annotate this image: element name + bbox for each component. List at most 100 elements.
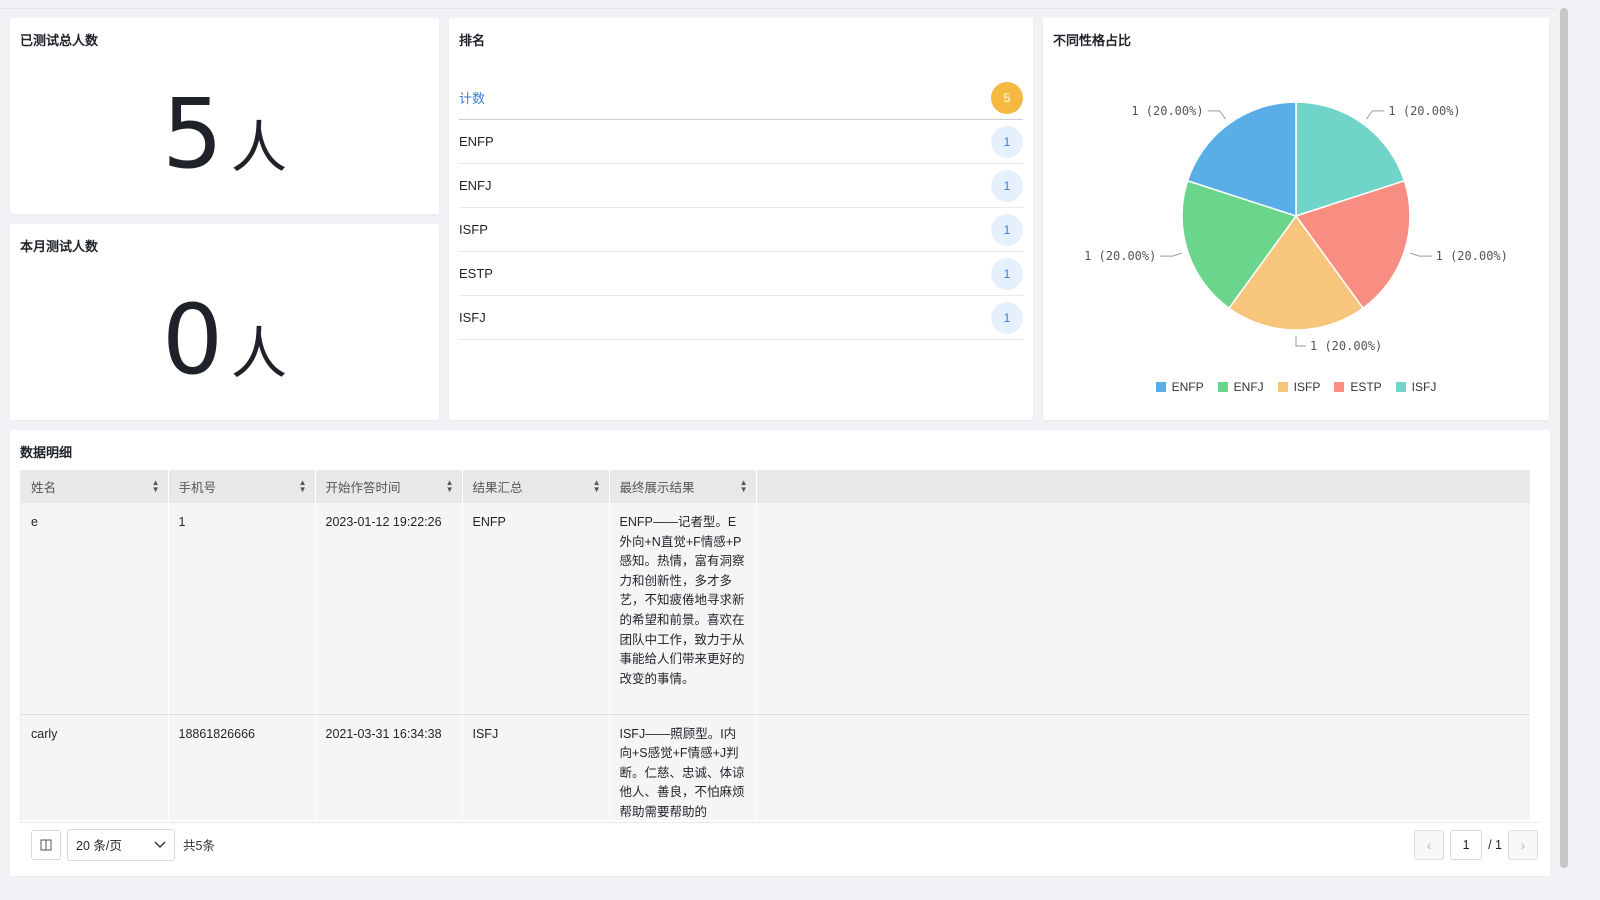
details-card: 数据明细 姓名 ▲ ▼ 手机号 ▲ ▼ 开始作答时间 ▲ ▼ 结果汇总 ▲ ▼ 最终展示结果 ▲ ▼… [10, 430, 1550, 876]
page-number-input[interactable]: 1 [1450, 829, 1483, 860]
monthly-tested-number: 0 [161, 284, 224, 396]
cell-start-time: 2021-03-31 16:34:38 [315, 714, 463, 820]
ranking-header-count: 5 [991, 81, 1023, 114]
ranking-row-label: ISFJ [459, 310, 486, 325]
pagination-bar: 20 条/页 共5条 ‹ 1 / 1 › [20, 822, 1540, 866]
cell-filler [756, 714, 1530, 820]
table-header-row: 姓名 ▲ ▼ 手机号 ▲ ▼ 开始作答时间 ▲ ▼ 结果汇总 ▲ ▼ 最终展示结果 ▲ ▼ [21, 470, 1530, 503]
table-row[interactable]: e 1 2023-01-12 19:22:26 ENFP ENFP——记者型。E… [21, 503, 1530, 715]
legend-item-isfp[interactable]: ISFP [1277, 380, 1320, 394]
table-row[interactable]: carly 18861826666 2021-03-31 16:34:38 IS… [21, 714, 1530, 820]
total-tested-unit: 人 [231, 116, 288, 179]
total-tested-title: 已测试总人数 [20, 33, 99, 48]
details-table-wrap[interactable]: 姓名 ▲ ▼ 手机号 ▲ ▼ 开始作答时间 ▲ ▼ 结果汇总 ▲ ▼ 最终展示结果 ▲ ▼ e 1 … [20, 470, 1530, 820]
sort-icon[interactable]: ▲ ▼ [740, 479, 748, 494]
pie-data-label: 1 (20.00%) [1436, 249, 1508, 263]
page-scrollbar[interactable] [1560, 8, 1568, 868]
total-tested-value: 5人 [10, 78, 439, 190]
ranking-row-count: 1 [991, 257, 1023, 290]
ranking-row-label: ENFP [459, 134, 494, 149]
cell-start-time: 2023-01-12 19:22:26 [315, 503, 463, 715]
page-size-value: 20 条/页 [76, 839, 122, 853]
ranking-row-label: ISFP [459, 222, 488, 237]
ranking-row: ISFP 1 [459, 208, 1023, 252]
cell-filler [756, 503, 1530, 715]
column-header-label: 姓名 [31, 481, 57, 495]
chevron-left-icon: ‹ [1426, 836, 1432, 853]
total-tested-number: 5 [161, 78, 224, 190]
total-tested-card: 已测试总人数 5人 [10, 18, 439, 214]
pie-chart-card: 不同性格占比 1 (20.00%) 1 (20.00%) 1 (20.00%) 1 (… [1043, 18, 1549, 420]
pie-label-leader [1207, 110, 1226, 120]
column-header-filler [756, 470, 1530, 503]
column-header-result-summary[interactable]: 结果汇总 ▲ ▼ [462, 470, 610, 503]
cell-phone: 1 [168, 503, 316, 715]
sort-icon[interactable]: ▲ ▼ [299, 479, 307, 494]
pie-legend: ENFP ENFJ ISFP ESTP ISFJ [1043, 380, 1549, 394]
sort-icon[interactable]: ▲ ▼ [446, 479, 454, 494]
column-settings-button[interactable] [31, 829, 61, 860]
pie-label-leader [1366, 110, 1385, 120]
legend-item-enfj[interactable]: ENFJ [1217, 380, 1264, 394]
cell-result-summary: ENFP [462, 503, 610, 715]
next-page-button[interactable]: › [1508, 829, 1538, 860]
ranking-row-label: ESTP [459, 266, 493, 281]
ranking-row-label: ENFJ [459, 178, 492, 193]
chevron-down-icon [154, 840, 166, 848]
monthly-tested-title: 本月测试人数 [20, 239, 99, 254]
ranking-title: 排名 [459, 33, 486, 48]
legend-swatch [1395, 382, 1406, 392]
legend-swatch [1217, 382, 1228, 392]
ranking-header-label: 计数 [459, 91, 486, 106]
legend-swatch [1277, 382, 1288, 392]
page-size-select[interactable]: 20 条/页 [67, 828, 175, 861]
sort-icon[interactable]: ▲ ▼ [593, 479, 601, 494]
ranking-list: 计数 5 ENFP 1 ENFJ 1 ISFP 1 ESTP 1 ISFJ 1 [459, 76, 1023, 340]
pie-label-leader [1409, 252, 1432, 257]
pie-label-leader [1295, 336, 1306, 347]
pie-data-label: 1 (20.00%) [1131, 104, 1203, 118]
legend-label: ISFJ [1411, 380, 1437, 394]
ranking-card: 排名 计数 5 ENFP 1 ENFJ 1 ISFP 1 ESTP 1 ISFJ… [449, 18, 1033, 420]
sort-icon[interactable]: ▲ ▼ [152, 479, 160, 494]
ranking-row: ENFJ 1 [459, 164, 1023, 208]
top-divider [0, 8, 1556, 9]
column-header-label: 开始作答时间 [325, 481, 401, 495]
ranking-row-count: 1 [991, 169, 1023, 202]
column-header-name[interactable]: 姓名 ▲ ▼ [21, 470, 169, 503]
monthly-tested-value: 0人 [10, 284, 439, 396]
details-table: 姓名 ▲ ▼ 手机号 ▲ ▼ 开始作答时间 ▲ ▼ 结果汇总 ▲ ▼ 最终展示结果 ▲ ▼ e 1 … [21, 470, 1530, 820]
ranking-row-count: 1 [991, 125, 1023, 158]
legend-item-isfj[interactable]: ISFJ [1395, 380, 1437, 394]
pie-label-leader [1160, 252, 1183, 257]
legend-label: ENFJ [1233, 380, 1264, 394]
legend-item-enfp[interactable]: ENFP [1155, 380, 1204, 394]
legend-label: ENFP [1171, 380, 1204, 394]
monthly-tested-unit: 人 [231, 322, 288, 385]
legend-label: ESTP [1350, 380, 1382, 394]
details-title: 数据明细 [20, 445, 73, 460]
cell-final-result: ISFJ——照顾型。I内向+S感觉+F情感+J判断。仁慈、忠诚、体谅他人、善良，… [609, 714, 757, 820]
page-total-label: / 1 [1488, 837, 1502, 852]
chevron-right-icon: › [1520, 836, 1526, 853]
legend-swatch [1334, 382, 1345, 392]
column-header-label: 结果汇总 [472, 481, 523, 495]
ranking-header-row: 计数 5 [459, 76, 1023, 120]
pie-chart: 1 (20.00%) 1 (20.00%) 1 (20.00%) 1 (20.00%)… [1084, 101, 1508, 353]
column-header-phone[interactable]: 手机号 ▲ ▼ [168, 470, 316, 503]
pie-data-label: 1 (20.00%) [1388, 104, 1460, 118]
prev-page-button[interactable]: ‹ [1414, 829, 1445, 860]
column-header-label: 手机号 [178, 481, 217, 495]
ranking-row-count: 1 [991, 213, 1023, 246]
cell-final-result: ENFP——记者型。E外向+N直觉+F情感+P感知。热情，富有洞察力和创新性，多… [609, 503, 757, 715]
column-header-final-result[interactable]: 最终展示结果 ▲ ▼ [609, 470, 757, 503]
legend-item-estp[interactable]: ESTP [1334, 380, 1382, 394]
cell-name: carly [21, 714, 169, 820]
pie-data-label: 1 (20.00%) [1084, 249, 1156, 263]
ranking-row: ESTP 1 [459, 252, 1023, 296]
columns-icon [40, 839, 52, 850]
column-header-start-time[interactable]: 开始作答时间 ▲ ▼ [315, 470, 463, 503]
cell-phone: 18861826666 [168, 714, 316, 820]
ranking-row: ISFJ 1 [459, 296, 1023, 340]
monthly-tested-card: 本月测试人数 0人 [10, 224, 439, 420]
